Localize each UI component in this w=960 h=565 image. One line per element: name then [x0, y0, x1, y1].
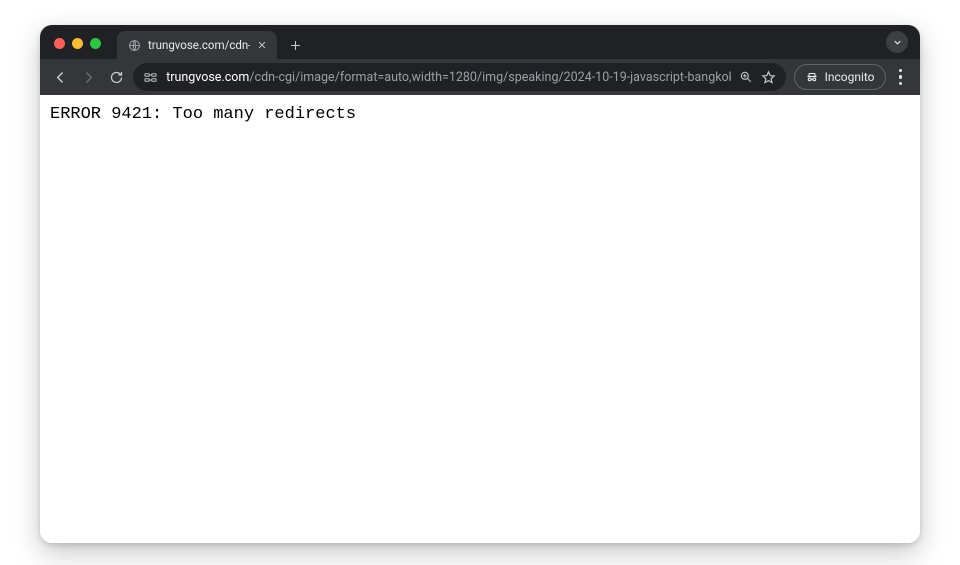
window-controls	[54, 38, 101, 49]
page-content: ERROR 9421: Too many redirects	[40, 95, 920, 543]
zoom-window-button[interactable]	[90, 38, 101, 49]
close-window-button[interactable]	[54, 38, 65, 49]
url-host: trungvose.com	[166, 70, 249, 85]
globe-icon	[127, 38, 141, 52]
address-bar[interactable]: trungvose.com/cdn-cgi/image/format=auto,…	[133, 63, 785, 91]
browser-menu-button[interactable]	[890, 65, 913, 89]
back-button[interactable]	[48, 64, 72, 90]
tab-strip: trungvose.com/cdn-cgi/imag	[40, 25, 920, 59]
url-path: /cdn-cgi/image/format=auto,width=1280/im…	[249, 70, 730, 85]
browser-tab[interactable]: trungvose.com/cdn-cgi/imag	[117, 31, 277, 59]
forward-button[interactable]	[76, 64, 100, 90]
bookmark-icon[interactable]	[761, 70, 776, 85]
tab-overflow-button[interactable]	[886, 31, 908, 53]
tab-title: trungvose.com/cdn-cgi/imag	[148, 38, 250, 52]
reload-button[interactable]	[105, 64, 129, 90]
minimize-window-button[interactable]	[72, 38, 83, 49]
incognito-badge[interactable]: Incognito	[794, 64, 886, 90]
url-text: trungvose.com/cdn-cgi/image/format=auto,…	[166, 70, 730, 85]
site-info-icon[interactable]	[143, 70, 158, 85]
incognito-label: Incognito	[825, 70, 875, 84]
new-tab-button[interactable]	[283, 33, 307, 57]
error-message: ERROR 9421: Too many redirects	[50, 105, 910, 124]
browser-window: trungvose.com/cdn-cgi/imag	[40, 25, 920, 543]
close-tab-icon[interactable]	[257, 38, 267, 52]
zoom-icon[interactable]	[739, 70, 753, 84]
incognito-icon	[805, 70, 819, 84]
toolbar: trungvose.com/cdn-cgi/image/format=auto,…	[40, 59, 920, 95]
